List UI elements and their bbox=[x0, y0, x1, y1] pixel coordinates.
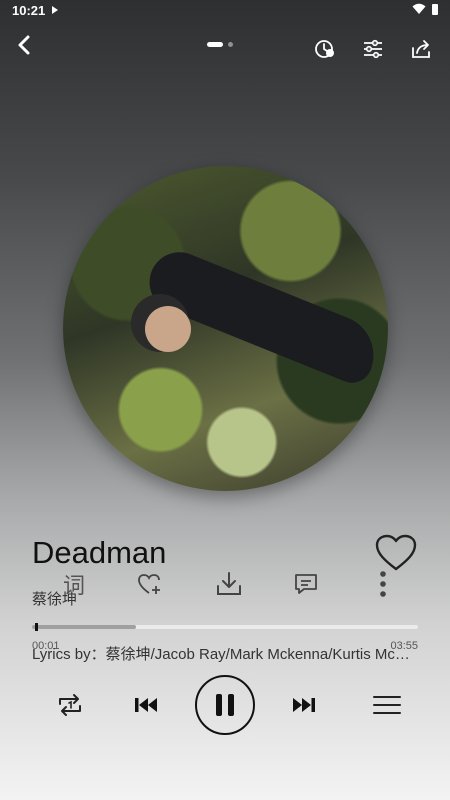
play-pause-button[interactable] bbox=[195, 675, 255, 735]
download-icon bbox=[217, 572, 241, 595]
pause-icon-left bbox=[216, 694, 222, 716]
playback-controls bbox=[0, 675, 450, 735]
top-bar bbox=[0, 30, 450, 64]
skip-previous-icon bbox=[135, 698, 157, 712]
comment-button[interactable] bbox=[290, 566, 322, 602]
page-dot bbox=[228, 42, 233, 47]
lyrics-credit: Lyrics by：蔡徐坤/Jacob Ray/Mark Mckenna/Kur… bbox=[32, 646, 418, 663]
status-icons bbox=[412, 3, 438, 15]
playlist-icon bbox=[373, 696, 401, 714]
wifi-icon bbox=[412, 3, 426, 14]
comment-icon bbox=[295, 574, 317, 594]
more-vertical-icon bbox=[380, 571, 386, 597]
lyrics-button[interactable]: 词 bbox=[58, 566, 90, 602]
progress-buffered bbox=[32, 625, 137, 629]
action-row: 词 bbox=[0, 566, 450, 602]
status-time: 10:21 bbox=[12, 3, 46, 18]
media-playing-icon bbox=[52, 6, 58, 14]
progress-bar[interactable] bbox=[32, 623, 418, 631]
lyrics-icon: 词 bbox=[62, 574, 85, 599]
next-button[interactable] bbox=[288, 691, 320, 719]
share-icon[interactable] bbox=[410, 38, 432, 60]
battery-icon bbox=[432, 3, 438, 15]
status-bar: 10:21 bbox=[0, 0, 450, 22]
album-cover[interactable] bbox=[63, 166, 388, 491]
heart-plus-icon bbox=[138, 574, 160, 594]
progress-knob[interactable] bbox=[35, 623, 39, 631]
pause-icon-right bbox=[228, 694, 234, 716]
sleep-timer-icon[interactable] bbox=[314, 38, 336, 60]
cover-head bbox=[145, 306, 191, 352]
page-indicator[interactable] bbox=[207, 42, 233, 47]
download-button[interactable] bbox=[213, 566, 245, 602]
skip-next-icon bbox=[293, 698, 315, 712]
repeat-button[interactable] bbox=[54, 691, 86, 719]
playlist-button[interactable] bbox=[370, 691, 404, 719]
more-button[interactable] bbox=[367, 566, 399, 602]
top-actions bbox=[314, 38, 432, 60]
repeat-one-icon bbox=[59, 694, 81, 716]
add-favorite-button[interactable] bbox=[134, 566, 166, 602]
page-dot-active bbox=[207, 42, 223, 47]
back-icon[interactable] bbox=[12, 32, 38, 58]
equalizer-icon[interactable] bbox=[362, 38, 384, 60]
previous-button[interactable] bbox=[130, 691, 162, 719]
